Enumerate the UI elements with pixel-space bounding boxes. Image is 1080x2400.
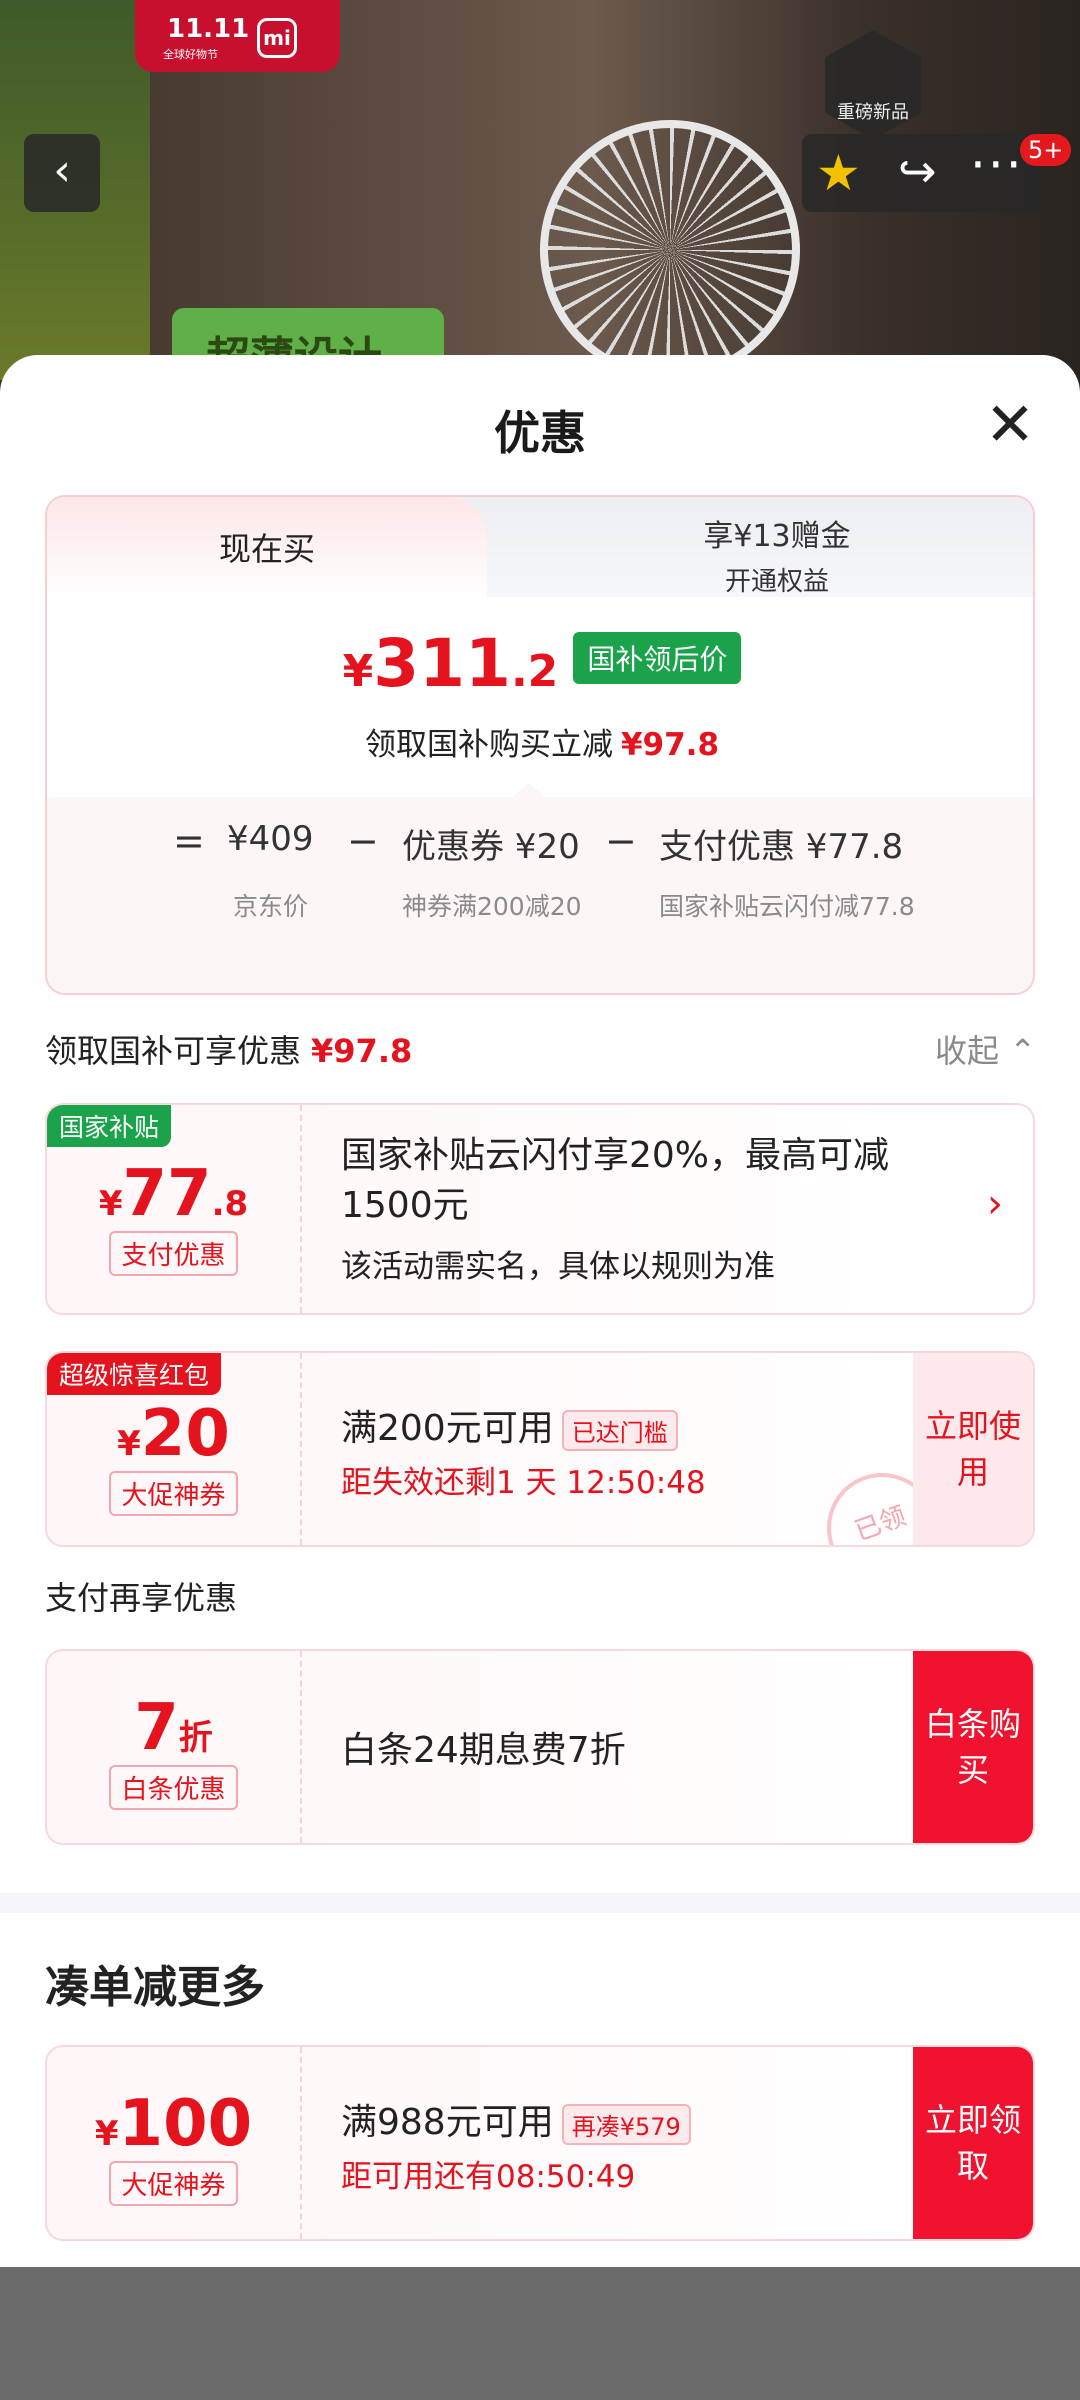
promo-tag-subtitle: 全球好物节 xyxy=(163,48,218,61)
baitiao-title: 白条24期息费7折 xyxy=(341,1730,626,1771)
brand-logo: mi xyxy=(257,18,297,58)
final-price-row: ¥311.2 国补领后价 xyxy=(47,625,1033,702)
chevron-left-icon: ‹ xyxy=(53,145,71,196)
calc-jd-price: ¥409 xyxy=(227,819,314,859)
price-summary-card: 现在买 享¥13赠金 开通权益 ¥311.2 国补领后价 领取国补购买立减 ¥97… xyxy=(45,495,1035,995)
bottom-overlay xyxy=(0,2267,1080,2400)
share-icon[interactable]: ↪ xyxy=(898,144,937,198)
collapse-button[interactable]: 收起 ⌃ xyxy=(935,1026,1036,1072)
bundle-coupon-label: 大促神券 xyxy=(109,2161,238,2206)
coupon-type-label: 大促神券 xyxy=(109,1471,238,1516)
chevron-up-icon: ⌃ xyxy=(1009,1032,1036,1070)
baitiao-offer[interactable]: 7折 白条优惠 白条24期息费7折 白条购买 xyxy=(45,1649,1035,1845)
baitiao-discount: 7折 xyxy=(134,1691,213,1765)
coupon-countdown: 距失效还剩1 天 12:50:48 xyxy=(341,1465,706,1501)
new-product-badge: 重磅新品 xyxy=(818,30,928,150)
tab-buy-now[interactable]: 现在买 xyxy=(47,497,487,599)
star-icon[interactable]: ★ xyxy=(816,144,861,202)
minus-sign: − xyxy=(347,819,379,863)
final-price: ¥311.2 xyxy=(342,625,559,702)
baitiao-label: 白条优惠 xyxy=(109,1765,238,1810)
coupon-red-packet[interactable]: ¥20 大促神券 超级惊喜红包 满200元可用 已达门槛 距失效还剩1 天 12:… xyxy=(45,1351,1035,1547)
back-button[interactable]: ‹ xyxy=(24,134,100,212)
calc-jd-price-label: 京东价 xyxy=(233,892,309,921)
calc-coupon: 优惠券 ¥20 xyxy=(402,827,580,867)
coupon-amount: ¥77.8 xyxy=(98,1157,249,1231)
top-actions: ★ ↪ ··· xyxy=(802,134,1042,212)
section-subsidy-amount: ¥97.8 xyxy=(311,1032,413,1070)
section-subsidy-title: 领取国补可享优惠 ¥97.8 xyxy=(45,1032,413,1070)
minus-sign: − xyxy=(605,819,637,863)
sheet-title: 优惠 xyxy=(494,406,586,460)
price-badge: 国补领后价 xyxy=(573,631,742,684)
threshold-tag: 已达门槛 xyxy=(561,1409,678,1451)
chevron-right-icon: › xyxy=(987,1181,1003,1227)
section-payment-title: 支付再享优惠 xyxy=(45,1579,238,1617)
coupon-corner-tag: 超级惊喜红包 xyxy=(47,1353,222,1395)
baitiao-buy-button[interactable]: 白条购买 xyxy=(913,1651,1033,1843)
calc-payment-discount: 支付优惠 ¥77.8 xyxy=(659,827,904,867)
tab-membership-subtitle: 开通权益 xyxy=(724,567,829,597)
coupon-title: 国家补贴云闪付享20%，最高可减1500元 xyxy=(341,1135,890,1226)
equals-sign: = xyxy=(173,819,205,863)
claim-now-button[interactable]: 立即领取 xyxy=(913,2047,1033,2239)
bundle-countdown: 距可用还有08:50:49 xyxy=(341,2159,636,2195)
use-now-button[interactable]: 立即使用 xyxy=(913,1353,1033,1545)
price-description-amount: ¥97.8 xyxy=(620,727,720,763)
tab-membership-title: 享¥13赠金 xyxy=(703,519,851,554)
notification-count-badge: 5+ xyxy=(1020,134,1072,166)
coupon-title: 满200元可用 已达门槛 xyxy=(341,1399,678,1451)
bundle-needed-tag: 再凑¥579 xyxy=(561,2103,691,2145)
close-icon[interactable]: ✕ xyxy=(975,393,1045,463)
section-divider xyxy=(0,1893,1080,1913)
product-fan-image xyxy=(540,120,800,380)
calc-payment-label: 国家补贴云闪付减77.8 xyxy=(659,892,915,921)
coupon-type-label: 支付优惠 xyxy=(109,1231,238,1276)
coupon-corner-tag: 国家补贴 xyxy=(47,1105,172,1147)
calc-coupon-label: 神券满200减20 xyxy=(402,892,582,921)
new-product-badge-label: 重磅新品 xyxy=(837,102,909,123)
coupon-subtitle: 该活动需实名，具体以规则为准 xyxy=(341,1249,775,1285)
discount-sheet: 优惠 ✕ 现在买 享¥13赠金 开通权益 ¥311.2 国补领后价 领取国补购买… xyxy=(0,355,1080,2267)
coupon-national-subsidy[interactable]: ¥77.8 支付优惠 国家补贴 国家补贴云闪付享20%，最高可减1500元 该活… xyxy=(45,1103,1035,1315)
coupon-amount: ¥20 xyxy=(117,1397,230,1471)
more-dots-icon[interactable]: ··· xyxy=(970,136,1024,194)
section-bundle-title: 凑单减更多 xyxy=(45,1962,265,2013)
bundle-coupon-title: 满988元可用 再凑¥579 xyxy=(341,2093,691,2145)
bundle-coupon-amount: ¥100 xyxy=(94,2087,253,2161)
price-calculation: = ¥409 − 优惠券 ¥20 − 支付优惠 ¥77.8 京东价 神券满200… xyxy=(47,783,1033,993)
promo-tag-title: 11.11 xyxy=(167,14,250,44)
bundle-coupon[interactable]: ¥100 大促神券 满988元可用 再凑¥579 距可用还有08:50:49 立即… xyxy=(45,2045,1035,2241)
price-tabs: 现在买 享¥13赠金 开通权益 xyxy=(47,497,1033,599)
price-description: 领取国补购买立减 ¥97.8 xyxy=(364,727,720,763)
promo-tag: 11.11 全球好物节 mi xyxy=(135,0,340,72)
tab-membership[interactable]: 享¥13赠金 开通权益 xyxy=(517,511,1033,598)
